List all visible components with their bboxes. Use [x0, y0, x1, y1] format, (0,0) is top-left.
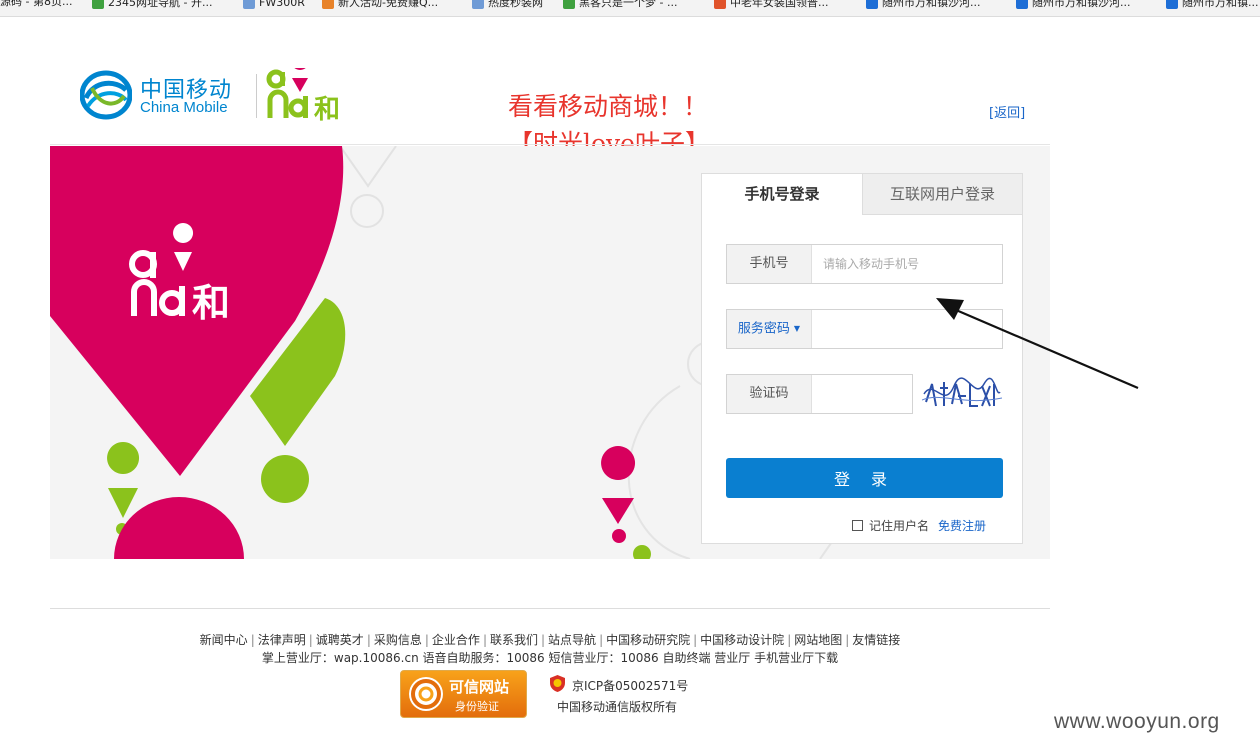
bookmark-item[interactable]: 随州市万和镇沙河... — [866, 0, 981, 9]
globe-icon — [92, 0, 104, 9]
footer-separator: | — [308, 633, 313, 647]
password-label: 服务密码 — [737, 321, 790, 337]
captcha-label: 验证码 — [727, 375, 812, 413]
banner-brand-char: 和 — [192, 281, 230, 325]
bookmark-label: 黑客只是一个梦 - ... — [579, 0, 678, 9]
logo-english-text: China Mobile — [140, 99, 228, 116]
footer-link[interactable]: 诚聘英才 — [316, 633, 364, 647]
and-he-logo[interactable]: 和 — [266, 68, 351, 122]
phone-label: 手机号 — [727, 245, 812, 283]
play-icon — [1166, 0, 1178, 9]
play-icon — [866, 0, 878, 9]
footer-link[interactable]: 企业合作 — [432, 633, 480, 647]
trusted-site-seal-icon — [409, 677, 443, 711]
footer-separator: | — [541, 633, 546, 647]
bookmark-item[interactable]: 随州市万和镇沙河... — [1016, 0, 1131, 9]
bookmark-label: 2345网址导航 - 开... — [108, 0, 213, 9]
tab-internet-user-login[interactable]: 互联网用户登录 — [862, 174, 1022, 215]
phone-field: 手机号 — [726, 244, 1003, 284]
login-button[interactable]: 登 录 — [726, 458, 1003, 498]
bookmark-label: 随州市万和镇沙河... — [882, 0, 981, 9]
bookmark-item[interactable]: FW300R — [243, 0, 305, 9]
chevron-down-icon: ▼ — [793, 324, 801, 333]
annotation-arrow-icon — [936, 298, 1139, 390]
bookmark-item[interactable]: 新人活动-免费赚Q... — [322, 0, 438, 9]
bookmark-label: 源码 - 第8页... — [0, 0, 73, 8]
remember-row: 记住用户名 免费注册 — [852, 517, 986, 534]
play-icon — [1016, 0, 1028, 9]
footer-service-info: 掌上营业厅：wap.10086.cn 语音自助服务：10086 短信营业厅：10… — [261, 651, 839, 665]
return-link[interactable]: [返回] — [989, 102, 1025, 121]
header-divider — [50, 144, 1050, 145]
footer-links: 新闻中心 | 法律声明 | 诚聘英才 | 采购信息 | 企业合作 | 联系我们 | 站点导航 | 中国移动研… — [0, 631, 1100, 648]
bookmark-label: 随州市万和镇... — [1182, 0, 1259, 9]
bookmark-item[interactable]: 中老年女装国领普... — [714, 0, 829, 9]
captcha-field: 验证码 — [726, 374, 913, 414]
bookmark-item[interactable]: 2345网址导航 - 开... — [92, 0, 212, 9]
footer-link[interactable]: 联系我们 — [490, 633, 538, 647]
footer-separator: | — [482, 633, 487, 647]
china-mobile-swirl-icon — [80, 70, 132, 120]
trusted-site-title: 可信网站 — [449, 678, 510, 696]
logo-divider — [256, 74, 257, 118]
footer-separator: | — [845, 633, 850, 647]
free-register-link[interactable]: 免费注册 — [938, 517, 986, 534]
trusted-site-badge[interactable]: 可信网站 身份验证 — [400, 670, 527, 718]
ie-icon — [243, 0, 255, 9]
footer-separator: | — [250, 633, 255, 647]
login-tabs: 手机号登录 互联网用户登录 — [702, 174, 1022, 215]
s-icon — [563, 0, 575, 9]
bookmark-label: 随州市万和镇沙河... — [1032, 0, 1131, 9]
footer-separator: | — [366, 633, 371, 647]
bookmarks-bar: 源码 - 第8页... 2345网址导航 - 开... FW300R 新人活动-免费赚… — [0, 0, 1260, 17]
captcha-input[interactable] — [813, 375, 913, 413]
footer-link[interactable]: 法律声明 — [258, 633, 306, 647]
bookmark-item[interactable]: 热度秒装网 — [472, 0, 543, 9]
footer-link[interactable]: 采购信息 — [374, 633, 422, 647]
footer-link[interactable]: 友情链接 — [852, 633, 900, 647]
tab-phone-login[interactable]: 手机号登录 — [702, 174, 862, 215]
footer-link[interactable]: 新闻中心 — [200, 633, 248, 647]
bookmark-label: 中老年女装国领普... — [730, 0, 829, 9]
and-he-char: 和 — [314, 95, 340, 122]
police-badge-icon — [550, 675, 565, 692]
footer-link[interactable]: 中国移动设计院 — [700, 633, 784, 647]
remember-username-checkbox[interactable] — [852, 520, 863, 531]
china-mobile-logo[interactable]: 中国移动 China Mobile — [80, 68, 245, 122]
b-icon — [322, 0, 334, 9]
footer-link[interactable]: 站点导航 — [548, 633, 596, 647]
promo-line-1: 看看移动商城！！ — [508, 92, 709, 121]
icp-license[interactable]: 京ICP备05002571号 — [572, 677, 688, 694]
bookmark-item[interactable]: 源码 - 第8页... — [0, 0, 72, 7]
footer-separator: | — [599, 633, 604, 647]
footer-divider — [50, 608, 1050, 609]
bookmark-item[interactable]: 黑客只是一个梦 - ... — [563, 0, 677, 9]
bookmark-label: 新人活动-免费赚Q... — [338, 0, 439, 9]
ie-icon — [472, 0, 484, 9]
bookmark-label: 热度秒装网 — [488, 0, 543, 9]
password-type-dropdown[interactable]: 服务密码 ▼ — [727, 310, 812, 348]
remember-username-label: 记住用户名 — [869, 519, 930, 533]
trusted-site-subtitle: 身份验证 — [455, 700, 499, 713]
footer-separator: | — [424, 633, 429, 647]
phone-input[interactable] — [813, 245, 998, 283]
watermark-text: www.wooyun.org — [1054, 710, 1220, 733]
bookmark-item[interactable]: 随州市万和镇... — [1166, 0, 1259, 9]
footer-link[interactable]: 网站地图 — [794, 633, 842, 647]
footer-separator: | — [787, 633, 792, 647]
bookmark-label: FW300R — [259, 0, 305, 9]
tao-icon — [714, 0, 726, 9]
footer-separator: | — [693, 633, 698, 647]
copyright-text: 中国移动通信版权所有 — [557, 700, 678, 714]
footer-link[interactable]: 中国移动研究院 — [606, 633, 690, 647]
